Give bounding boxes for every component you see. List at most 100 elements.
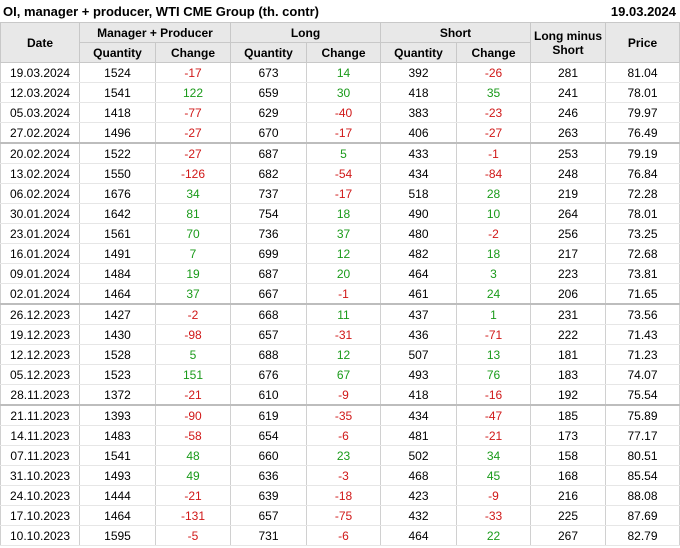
cell-short-quantity: 433: [380, 143, 458, 164]
cell-long-change: -75: [305, 505, 382, 526]
col-header-long-quantity: Quantity: [230, 42, 307, 63]
cell-short-change: 24: [456, 283, 532, 305]
cell-long-change: -1: [305, 283, 382, 305]
cell-short-quantity: 437: [380, 304, 458, 325]
cell-short-quantity: 464: [380, 525, 458, 546]
cell-mp-quantity: 1561: [79, 223, 156, 244]
cell-long-change: 12: [305, 243, 382, 264]
cell-mp-change: 122: [155, 82, 231, 103]
cell-long-quantity: 659: [230, 82, 307, 103]
oi-table: Date Manager + Producer Long Short Long …: [0, 22, 680, 546]
cell-mp-quantity: 1522: [79, 143, 156, 164]
cell-date: 31.10.2023: [0, 465, 80, 486]
cell-long-minus-short: 168: [530, 465, 607, 486]
cell-short-quantity: 518: [380, 183, 458, 204]
cell-mp-quantity: 1541: [79, 82, 156, 103]
cell-short-change: 28: [456, 183, 532, 204]
cell-date: 06.02.2024: [0, 183, 80, 204]
table-row: 21.11.2023 1393 -90 619 -35 434 -47 185 75.89: [0, 405, 680, 426]
cell-price: 85.54: [605, 465, 680, 486]
cell-price: 76.49: [605, 122, 680, 144]
cell-long-change: 67: [305, 364, 382, 385]
cell-long-quantity: 657: [230, 324, 307, 345]
table-row: 07.11.2023 1541 48 660 23 502 34 158 80.51: [0, 445, 680, 466]
cell-long-change: 12: [305, 344, 382, 365]
cell-short-quantity: 461: [380, 283, 458, 305]
cell-long-change: 14: [305, 62, 382, 83]
cell-price: 74.07: [605, 364, 680, 385]
cell-mp-change: 5: [155, 344, 231, 365]
cell-mp-change: 70: [155, 223, 231, 244]
cell-short-change: -1: [456, 143, 532, 164]
col-header-mp-quantity: Quantity: [79, 42, 156, 63]
cell-short-change: 10: [456, 203, 532, 224]
cell-long-minus-short: 217: [530, 243, 607, 264]
table-row: 06.02.2024 1676 34 737 -17 518 28 219 72.28: [0, 183, 680, 204]
cell-short-quantity: 493: [380, 364, 458, 385]
cell-mp-change: -126: [155, 163, 231, 184]
cell-date: 23.01.2024: [0, 223, 80, 244]
cell-price: 81.04: [605, 62, 680, 83]
cell-short-change: -16: [456, 384, 532, 406]
cell-short-change: 22: [456, 525, 532, 546]
cell-long-change: 23: [305, 445, 382, 466]
cell-short-quantity: 490: [380, 203, 458, 224]
cell-long-minus-short: 222: [530, 324, 607, 345]
cell-long-change: -31: [305, 324, 382, 345]
cell-mp-change: -21: [155, 485, 231, 506]
cell-mp-quantity: 1430: [79, 324, 156, 345]
table-row: 27.02.2024 1496 -27 670 -17 406 -27 263 76.49: [0, 122, 680, 144]
cell-long-minus-short: 256: [530, 223, 607, 244]
table-row: 30.01.2024 1642 81 754 18 490 10 264 78.01: [0, 203, 680, 224]
cell-price: 80.51: [605, 445, 680, 466]
cell-short-quantity: 502: [380, 445, 458, 466]
cell-mp-change: 37: [155, 283, 231, 305]
cell-price: 75.54: [605, 384, 680, 406]
cell-short-quantity: 464: [380, 263, 458, 284]
table-row: 02.01.2024 1464 37 667 -1 461 24 206 71.65: [0, 283, 680, 305]
cell-short-quantity: 392: [380, 62, 458, 83]
cell-mp-change: 34: [155, 183, 231, 204]
cell-short-change: -23: [456, 102, 532, 123]
cell-long-minus-short: 231: [530, 304, 607, 325]
cell-short-quantity: 468: [380, 465, 458, 486]
cell-price: 82.79: [605, 525, 680, 546]
cell-date: 07.11.2023: [0, 445, 80, 466]
cell-long-quantity: 673: [230, 62, 307, 83]
cell-mp-quantity: 1418: [79, 102, 156, 123]
cell-long-change: 11: [305, 304, 382, 325]
cell-date: 21.11.2023: [0, 405, 80, 426]
cell-long-change: -6: [305, 425, 382, 446]
cell-long-change: -17: [305, 122, 382, 144]
cell-long-quantity: 610: [230, 384, 307, 406]
cell-long-minus-short: 173: [530, 425, 607, 446]
cell-long-quantity: 660: [230, 445, 307, 466]
cell-mp-quantity: 1642: [79, 203, 156, 224]
cell-price: 78.01: [605, 203, 680, 224]
cell-price: 79.97: [605, 102, 680, 123]
table-row: 10.10.2023 1595 -5 731 -6 464 22 267 82.79: [0, 525, 680, 546]
cell-mp-change: -131: [155, 505, 231, 526]
cell-long-minus-short: 158: [530, 445, 607, 466]
cell-mp-quantity: 1464: [79, 505, 156, 526]
table-row: 16.01.2024 1491 7 699 12 482 18 217 72.68: [0, 243, 680, 264]
cell-price: 76.84: [605, 163, 680, 184]
cell-date: 05.03.2024: [0, 102, 80, 123]
title-bar: OI, manager + producer, WTI CME Group (t…: [0, 0, 680, 22]
table-row: 05.03.2024 1418 -77 629 -40 383 -23 246 79.97: [0, 102, 680, 123]
cell-date: 19.03.2024: [0, 62, 80, 83]
table-row: 28.11.2023 1372 -21 610 -9 418 -16 192 75.54: [0, 384, 680, 406]
cell-price: 73.81: [605, 263, 680, 284]
cell-long-change: -54: [305, 163, 382, 184]
cell-mp-change: -27: [155, 122, 231, 144]
cell-long-quantity: 619: [230, 405, 307, 426]
cell-long-minus-short: 183: [530, 364, 607, 385]
cell-short-quantity: 432: [380, 505, 458, 526]
cell-long-quantity: 654: [230, 425, 307, 446]
col-header-short-change: Change: [456, 42, 532, 63]
cell-long-minus-short: 264: [530, 203, 607, 224]
cell-mp-change: -98: [155, 324, 231, 345]
cell-short-change: -33: [456, 505, 532, 526]
cell-mp-change: -17: [155, 62, 231, 83]
cell-long-quantity: 754: [230, 203, 307, 224]
